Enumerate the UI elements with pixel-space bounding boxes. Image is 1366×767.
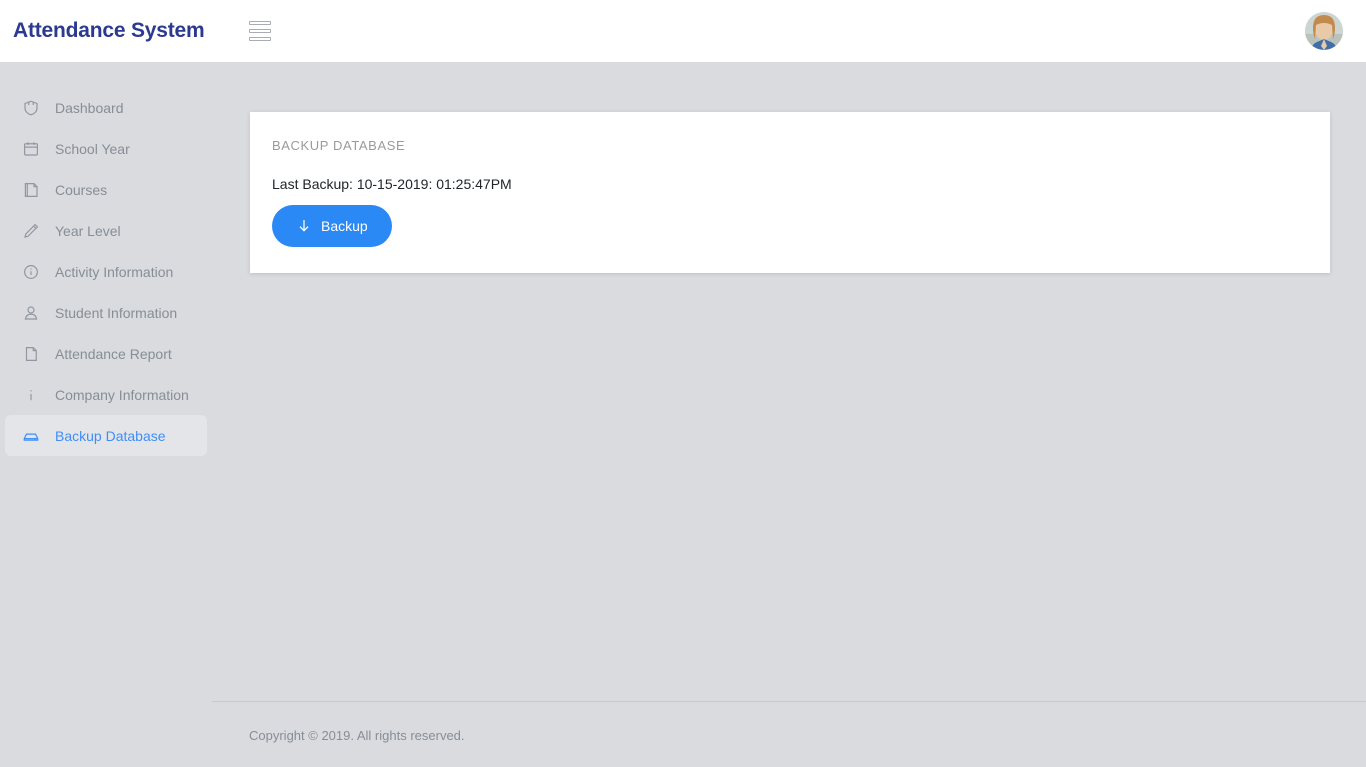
sidebar-item-label: Dashboard <box>55 99 124 116</box>
sidebar-item-label: School Year <box>55 140 130 157</box>
sidebar-navigation: Dashboard School Year Courses Year Level… <box>0 62 212 767</box>
sidebar-item-courses[interactable]: Courses <box>5 169 207 210</box>
sidebar-item-label: Activity Information <box>55 263 174 280</box>
sidebar-item-attendance-report[interactable]: Attendance Report <box>5 333 207 374</box>
sidebar-item-label: Attendance Report <box>55 345 172 362</box>
user-icon <box>21 303 41 323</box>
backup-button-label: Backup <box>321 218 368 234</box>
hamburger-icon[interactable] <box>249 20 271 42</box>
last-backup-text: Last Backup: 10-15-2019: 01:25:47PM <box>272 176 512 192</box>
avatar[interactable] <box>1305 12 1343 50</box>
download-arrow-icon <box>299 220 309 232</box>
sidebar-item-company-information[interactable]: Company Information <box>5 374 207 415</box>
backup-database-card: BACKUP DATABASE Last Backup: 10-15-2019:… <box>250 112 1330 273</box>
sidebar-item-label: Backup Database <box>55 427 166 444</box>
sidebar-item-school-year[interactable]: School Year <box>5 128 207 169</box>
hamburger-bar <box>249 37 271 41</box>
hamburger-bar <box>249 29 271 33</box>
book-icon <box>21 180 41 200</box>
copyright-text: Copyright © 2019. All rights reserved. <box>249 728 465 743</box>
hamburger-bar <box>249 21 271 25</box>
sidebar-item-activity-information[interactable]: Activity Information <box>5 251 207 292</box>
sidebar-item-student-information[interactable]: Student Information <box>5 292 207 333</box>
file-icon <box>21 344 41 364</box>
top-header-bar: Attendance System <box>0 0 1366 62</box>
main-content: BACKUP DATABASE Last Backup: 10-15-2019:… <box>212 62 1366 767</box>
pencil-icon <box>21 221 41 241</box>
information-icon <box>21 385 41 405</box>
user-avatar-image <box>1305 12 1343 50</box>
sidebar-item-year-level[interactable]: Year Level <box>5 210 207 251</box>
calendar-icon <box>21 139 41 159</box>
backup-button[interactable]: Backup <box>272 205 392 247</box>
sidebar-item-label: Student Information <box>55 304 178 321</box>
database-icon <box>21 426 41 446</box>
sidebar-item-label: Year Level <box>55 222 121 239</box>
shield-icon <box>21 98 41 118</box>
sidebar-item-label: Courses <box>55 181 108 198</box>
sidebar-item-backup-database[interactable]: Backup Database <box>5 415 207 456</box>
sidebar-item-dashboard[interactable]: Dashboard <box>5 87 207 128</box>
sidebar-item-label: Company Information <box>55 386 189 403</box>
info-circle-icon <box>21 262 41 282</box>
card-title: BACKUP DATABASE <box>272 138 406 153</box>
page-footer: Copyright © 2019. All rights reserved. <box>212 701 1366 767</box>
app-title: Attendance System <box>13 19 205 42</box>
